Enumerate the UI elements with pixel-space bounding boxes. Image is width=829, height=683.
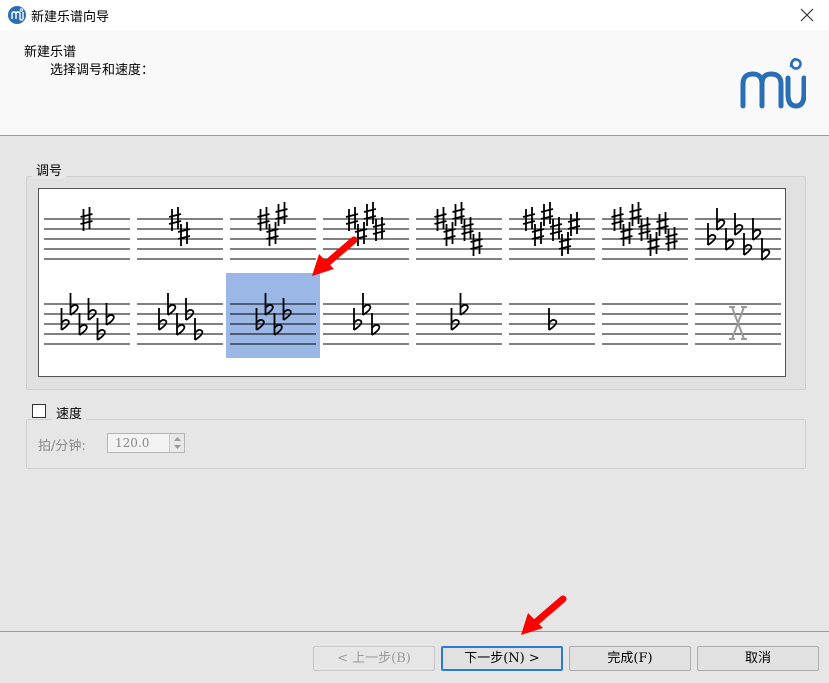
tempo-checkbox[interactable] [32, 404, 46, 418]
staff-icon [602, 303, 688, 345]
page-subtitle: 选择调号和速度： [50, 63, 155, 78]
flat-symbol-icon [87, 298, 97, 321]
bpm-stepper[interactable] [169, 434, 184, 452]
staff-icon [695, 208, 781, 261]
flat-symbol-icon [743, 233, 753, 256]
annotation-arrow-icon [312, 236, 358, 276]
back-button[interactable]: < 上一步(B) [313, 646, 435, 671]
sharp-symbol-icon [363, 202, 377, 226]
staff-icon [509, 202, 595, 260]
sharp-symbol-icon [470, 232, 483, 256]
key-signature-option[interactable] [40, 273, 134, 358]
flat-symbol-icon [194, 318, 204, 341]
footer-divider [0, 631, 829, 632]
bpm-value: 120.0 [115, 436, 150, 450]
sharp-symbol-icon [558, 232, 572, 256]
spin-arrows-icon [174, 437, 181, 449]
staff-icon [44, 293, 130, 345]
key-signature-option[interactable] [40, 188, 134, 273]
flat-symbol-icon [185, 298, 195, 321]
tempo-checkbox-label[interactable]: 速度 [52, 403, 87, 422]
flat-symbol-icon [548, 308, 558, 331]
key-signature-option[interactable] [226, 188, 320, 273]
flat-symbol-icon [158, 308, 168, 331]
flat-symbol-icon [282, 298, 292, 321]
key-signature-palette [38, 188, 786, 377]
key-signature-option[interactable] [505, 188, 599, 273]
sharp-symbol-icon [443, 222, 456, 246]
sharp-symbol-icon [452, 202, 465, 226]
sharp-symbol-icon [275, 202, 288, 226]
flat-symbol-icon [60, 308, 70, 331]
staff-icon [230, 202, 316, 260]
wizard-header: 新建乐谱 选择调号和速度： [0, 30, 829, 136]
key-signature-option[interactable] [598, 188, 692, 273]
next-button[interactable]: 下一步(N) > [441, 646, 563, 671]
flat-symbol-icon [707, 223, 717, 246]
bpm-label: 拍/分钟: [38, 439, 86, 454]
annotation-arrow-icon [521, 595, 567, 635]
key-signature-option[interactable] [226, 273, 320, 358]
key-signature-option[interactable] [133, 273, 227, 358]
sharp-symbol-icon [629, 202, 642, 226]
bpm-spinbox[interactable]: 120.0 [107, 433, 185, 453]
app-icon [8, 6, 26, 24]
staff-icon [695, 303, 781, 345]
sharp-symbol-icon [531, 222, 545, 246]
sharp-symbol-icon [620, 222, 633, 246]
flat-symbol-icon [734, 213, 744, 236]
key-signature-option[interactable] [691, 188, 785, 273]
staff-icon [137, 293, 223, 345]
staff-icon [602, 202, 688, 260]
key-signature-option[interactable] [133, 188, 227, 273]
sharp-symbol-icon [266, 222, 279, 246]
flat-symbol-icon [353, 308, 363, 331]
staff-icon [323, 293, 409, 345]
flat-symbol-icon [450, 308, 460, 331]
key-signature-option[interactable] [598, 273, 692, 358]
title-bar: 新建乐谱向导 [0, 0, 829, 30]
sharp-symbol-icon [647, 232, 660, 256]
sharp-symbol-icon [540, 202, 554, 226]
page-title: 新建乐谱 [24, 45, 77, 60]
key-signature-option[interactable] [505, 273, 599, 358]
key-signature-option[interactable] [691, 273, 785, 358]
cancel-button[interactable]: 取消 [697, 646, 819, 671]
staff-icon [416, 293, 502, 345]
key-signature-option[interactable] [412, 188, 506, 273]
staff-icon [44, 207, 130, 260]
staff-icon [230, 293, 316, 345]
close-icon [800, 8, 814, 22]
sharp-symbol-icon [567, 212, 581, 236]
key-signature-option[interactable] [412, 273, 506, 358]
staff-icon [137, 207, 223, 260]
window-title: 新建乐谱向导 [31, 10, 110, 25]
flat-symbol-icon [96, 318, 106, 341]
close-button[interactable] [785, 0, 829, 30]
flat-symbol-icon [255, 308, 265, 331]
sharp-symbol-icon [656, 212, 669, 236]
key-signature-option[interactable] [319, 273, 413, 358]
musescore-logo [740, 57, 806, 109]
key-signature-group-label: 调号 [32, 160, 67, 179]
staff-icon [416, 202, 502, 260]
staff-icon [509, 303, 595, 345]
finish-button[interactable]: 完成(F) [569, 646, 691, 671]
sharp-symbol-icon [177, 222, 191, 246]
